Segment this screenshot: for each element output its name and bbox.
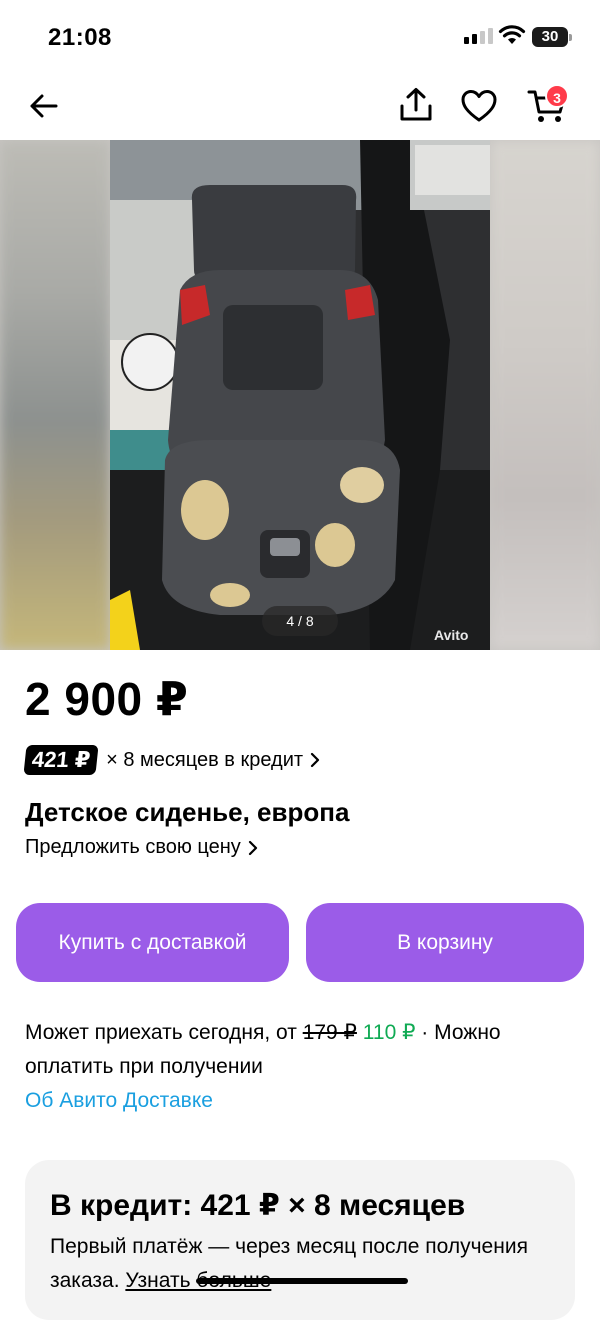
share-icon[interactable] (398, 86, 434, 124)
heart-icon[interactable] (460, 88, 498, 124)
offer-price-link[interactable]: Предложить свою цену (25, 836, 259, 859)
price: 2 900 ₽ (25, 673, 189, 725)
delivery-old-price: 179 ₽ (302, 1021, 357, 1044)
gallery-blur-right (490, 140, 600, 650)
product-photo[interactable] (110, 140, 490, 650)
credit-card[interactable]: В кредит: 421 ₽ × 8 месяцев Первый платё… (25, 1160, 575, 1320)
buy-with-delivery-button[interactable]: Купить с доставкой (16, 903, 289, 982)
credit-card-subtitle: Первый платёж — через месяц после получе… (50, 1230, 550, 1298)
delivery-new-price: 110 ₽ (362, 1021, 416, 1044)
photo-gallery[interactable]: 4 / 8 Avito (0, 140, 600, 650)
delivery-info: Может приехать сегодня, от 179 ₽ 110 ₽ ·… (25, 1016, 575, 1118)
credit-monthly-tag: 421 ₽ (23, 745, 99, 775)
home-indicator (196, 1278, 408, 1284)
wifi-icon (498, 25, 526, 44)
offer-price-label: Предложить свою цену (25, 836, 241, 858)
credit-card-title: В кредит: 421 ₽ × 8 месяцев (50, 1189, 466, 1222)
about-delivery-link[interactable]: Об Авито Доставке (25, 1084, 575, 1118)
chevron-right-icon (310, 752, 320, 768)
listing-title: Детское сиденье, европа (25, 797, 350, 827)
cellular-signal-icon (464, 28, 493, 44)
back-arrow-icon[interactable] (26, 88, 62, 124)
chevron-right-icon (248, 840, 257, 855)
gallery-blur-left (0, 140, 110, 650)
credit-offer-row[interactable]: 421 ₽ × 8 месяцев в кредит (23, 744, 321, 776)
credit-term-text: × 8 месяцев в кредит (106, 748, 304, 771)
top-nav-bar: 3 (0, 76, 600, 138)
add-to-cart-button[interactable]: В корзину (306, 903, 584, 982)
status-time: 21:08 (48, 24, 112, 51)
watermark: Avito (434, 627, 469, 643)
cart-count-badge: 3 (545, 84, 569, 108)
photo-counter: 4 / 8 (262, 606, 338, 636)
delivery-prefix: Может приехать сегодня, от (25, 1021, 303, 1044)
battery-indicator: 30 (532, 27, 572, 47)
status-bar: 21:08 30 (0, 0, 600, 76)
